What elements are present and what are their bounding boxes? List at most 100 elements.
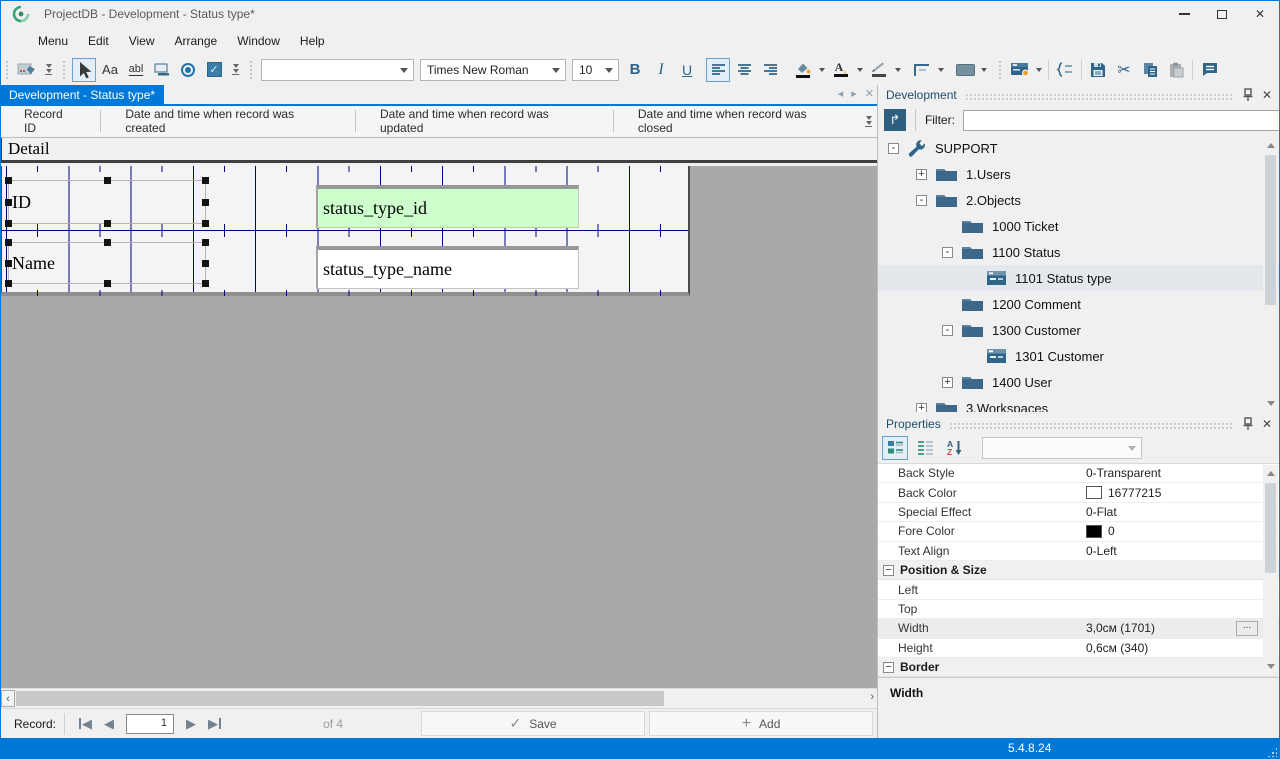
designer-horizontal-scrollbar[interactable]: ‹ › (0, 688, 878, 708)
field-button-record-id[interactable]: Record ID (0, 107, 100, 135)
tree-item-1300-customer[interactable]: - 1300 Customer (878, 317, 1280, 343)
tree-item-1101-status-type[interactable]: 1101 Status type (878, 265, 1280, 291)
save-record-button[interactable]: ✓ Save (421, 711, 646, 736)
field-list-button[interactable] (1053, 58, 1077, 82)
property-category-border[interactable]: − Border (878, 657, 1280, 677)
scrollbar-thumb[interactable] (16, 691, 664, 706)
label-name-selected[interactable]: Name (5, 239, 209, 287)
next-record-button[interactable]: ▶ (180, 716, 202, 732)
properties-panel-close-icon[interactable]: ✕ (1262, 417, 1272, 431)
field-button-created[interactable]: Date and time when record was created (101, 107, 355, 135)
previous-record-button[interactable]: ◀ (98, 716, 120, 732)
categorized-view-button[interactable] (882, 435, 908, 460)
property-row-top[interactable]: Top (878, 600, 1280, 620)
font-color-dropdown[interactable] (857, 67, 863, 72)
paste-button[interactable] (1164, 58, 1188, 82)
maximize-button[interactable] (1203, 1, 1241, 27)
detail-section-header[interactable]: Detail (0, 137, 878, 163)
button-tool[interactable] (150, 58, 174, 82)
scrollbar-thumb[interactable] (1265, 155, 1276, 305)
label-tool[interactable]: Aa (98, 58, 122, 82)
toolbar-grip[interactable] (62, 59, 66, 80)
tab-close-icon[interactable]: ✕ (865, 87, 874, 100)
highlight-dropdown[interactable] (895, 67, 901, 72)
tree-item-1200-comment[interactable]: 1200 Comment (878, 291, 1280, 317)
tree-item-3-workspaces[interactable]: + 3.Workspaces (878, 395, 1280, 412)
category-collapse-toggle[interactable]: − (883, 661, 894, 673)
property-row-special-effect[interactable]: Special Effect 0-Flat (878, 503, 1280, 523)
border-corner-dropdown[interactable] (938, 67, 944, 72)
property-row-text-align[interactable]: Text Align 0-Left (878, 542, 1280, 561)
property-value[interactable]: 0-Left (1078, 544, 1117, 558)
property-grid-scrollbar[interactable] (1263, 465, 1278, 675)
scroll-right-arrow[interactable]: › (870, 691, 874, 703)
save-button[interactable] (1086, 58, 1110, 82)
property-object-combobox[interactable] (982, 436, 1142, 459)
property-value[interactable]: 0-Transparent (1078, 466, 1161, 480)
resize-grip[interactable] (1267, 747, 1277, 757)
form-settings-dropdown[interactable] (1036, 67, 1042, 72)
tree-expand-toggle[interactable]: - (916, 194, 927, 206)
menu-item-window[interactable]: Window (227, 30, 290, 52)
menu-item-help[interactable]: Help (290, 30, 335, 52)
property-row-back-style[interactable]: Back Style 0-Transparent (878, 464, 1280, 484)
tree-scrollbar[interactable] (1263, 137, 1278, 412)
filter-input[interactable] (962, 109, 1280, 131)
italic-button[interactable]: I (649, 58, 673, 82)
font-color-button[interactable]: A˛ (829, 58, 853, 82)
last-record-button[interactable]: ▶ (202, 716, 227, 732)
tree-item-1301-customer[interactable]: 1301 Customer (878, 343, 1280, 369)
shape-rectangle-dropdown[interactable] (981, 67, 987, 72)
tree-expand-toggle[interactable]: + (916, 402, 927, 412)
border-corner-button[interactable] (910, 58, 934, 82)
align-left-button[interactable] (706, 57, 730, 82)
cut-button[interactable]: ✂ (1112, 58, 1136, 82)
tab-scroll-right-icon[interactable]: ▸ (851, 87, 857, 100)
tree-item-users[interactable]: + 1.Users (878, 161, 1280, 187)
comment-button[interactable] (1197, 58, 1221, 82)
textbox-status-type-id[interactable]: status_type_id (316, 185, 579, 228)
style-combobox[interactable] (261, 58, 414, 81)
minimize-button[interactable] (1165, 1, 1203, 27)
highlight-button[interactable] (867, 58, 891, 82)
tree-expand-toggle[interactable]: - (942, 324, 953, 336)
menu-item-edit[interactable]: Edit (78, 30, 119, 52)
toolbar-overflow-chevron[interactable] (229, 60, 242, 80)
fill-color-dropdown[interactable] (819, 67, 825, 72)
tree-item-1400-user[interactable]: + 1400 User (878, 369, 1280, 395)
toolbar-grip[interactable] (5, 59, 9, 80)
font-size-combobox[interactable]: 10 (572, 58, 619, 81)
tree-expand-toggle[interactable]: + (916, 168, 927, 180)
scroll-down-arrow[interactable] (1267, 664, 1275, 669)
form-grid[interactable]: ID status_type_id Name status_type_name (0, 166, 690, 296)
property-value[interactable]: 0-Flat (1078, 505, 1117, 519)
property-value[interactable]: 3,0см (1701) (1078, 621, 1155, 635)
menu-item-arrange[interactable]: Arrange (165, 30, 228, 52)
tree-item-objects[interactable]: - 2.Objects (878, 187, 1280, 213)
sort-az-button[interactable]: A Z (942, 436, 968, 460)
tab-development-status-type[interactable]: Development - Status type* (0, 85, 165, 104)
tab-scroll-left-icon[interactable]: ◂ (838, 87, 844, 100)
property-value[interactable]: 16777215 (1078, 486, 1161, 500)
scroll-up-arrow[interactable] (1267, 143, 1275, 148)
property-value[interactable]: 0 (1078, 524, 1115, 538)
align-center-button[interactable] (732, 58, 756, 82)
add-record-button[interactable]: + Add (649, 711, 874, 736)
scroll-up-arrow[interactable] (1267, 471, 1275, 476)
tree-expand-toggle[interactable]: + (942, 376, 953, 388)
toolbar-grip[interactable] (249, 59, 253, 80)
scroll-down-arrow[interactable] (1267, 401, 1275, 406)
menu-item-menu[interactable]: Menu (28, 30, 78, 52)
more-options-button[interactable]: ... (1236, 621, 1258, 637)
toolbar-grip[interactable] (998, 59, 1002, 80)
current-record-input[interactable]: 1 (126, 713, 175, 734)
tree-item-1000-ticket[interactable]: 1000 Ticket (878, 213, 1280, 239)
field-buttons-overflow-chevron[interactable] (862, 111, 875, 131)
category-collapse-toggle[interactable]: − (883, 564, 894, 576)
textbox-status-type-name[interactable]: status_type_name (316, 246, 579, 289)
textbox-tool[interactable]: abl (124, 58, 148, 82)
menu-item-view[interactable]: View (119, 30, 165, 52)
shape-rectangle-button[interactable] (953, 58, 977, 82)
select-pointer-tool[interactable] (72, 57, 96, 82)
tree-item-1100-status[interactable]: - 1100 Status (878, 239, 1280, 265)
